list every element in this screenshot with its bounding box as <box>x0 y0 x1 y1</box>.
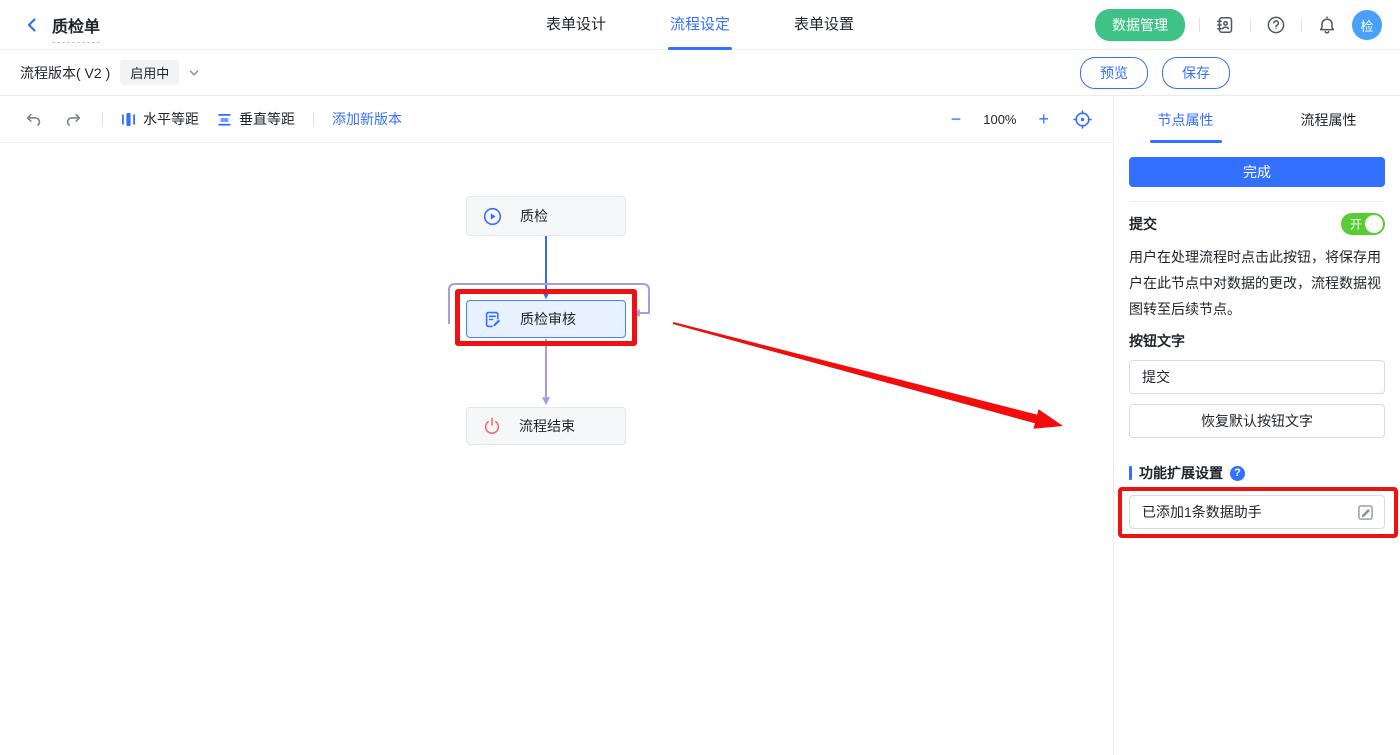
power-icon <box>483 417 501 435</box>
fit-view-icon[interactable] <box>1071 108 1093 130</box>
section-title-text: 功能扩展设置 <box>1139 463 1223 483</box>
zoom-out-button[interactable]: − <box>951 110 962 128</box>
vertical-spacing-label: 垂直等距 <box>239 109 295 129</box>
divider <box>1199 18 1200 32</box>
restore-default-button[interactable]: 恢复默认按钮文字 <box>1129 404 1385 438</box>
flow-canvas[interactable]: 质检 质检审核 流程结束 <box>0 143 1113 755</box>
tab-flow-properties[interactable]: 流程属性 <box>1257 96 1400 143</box>
version-label: 流程版本( V2 ) <box>20 63 110 83</box>
status-badge: 启用中 <box>120 60 179 85</box>
vertical-spacing-button[interactable]: 垂直等距 <box>217 109 295 129</box>
extension-section-title: 功能扩展设置 ? <box>1129 463 1385 483</box>
data-assistant-value: 已添加1条数据助手 <box>1142 502 1357 522</box>
horizontal-spacing-icon <box>121 112 136 127</box>
contacts-book-icon[interactable] <box>1214 14 1236 36</box>
tab-flow-setting[interactable]: 流程设定 <box>670 0 730 50</box>
toggle-on-label: 开 <box>1350 216 1362 233</box>
redo-icon[interactable] <box>62 108 84 130</box>
chevron-left-icon <box>24 17 40 33</box>
node-label: 质检审核 <box>520 309 576 329</box>
zoom-controls: − 100% + <box>951 108 1093 130</box>
divider <box>1250 18 1251 32</box>
submit-toggle[interactable]: 开 <box>1341 213 1385 235</box>
section-accent-bar <box>1129 466 1132 480</box>
version-actions: 预览 保存 <box>1080 50 1230 95</box>
submit-label: 提交 <box>1129 214 1157 234</box>
divider <box>1301 18 1302 32</box>
extension-field-wrap: 已添加1条数据助手 <box>1129 495 1385 529</box>
zoom-level: 100% <box>983 112 1016 127</box>
doc-edit-icon <box>483 310 502 329</box>
help-icon[interactable] <box>1265 14 1287 36</box>
finish-button[interactable]: 完成 <box>1129 157 1385 187</box>
tab-node-properties[interactable]: 节点属性 <box>1114 96 1257 143</box>
node-review[interactable]: 质检审核 <box>466 300 626 338</box>
tab-form-design[interactable]: 表单设计 <box>546 0 606 50</box>
horizontal-spacing-label: 水平等距 <box>143 109 199 129</box>
node-properties-panel: 完成 提交 开 用户在处理流程时点击此按钮，将保存用户在此节点中对数据的更改，流… <box>1113 143 1400 755</box>
toolbar-row: 水平等距 垂直等距 添加新版本 − 100% <box>0 95 1400 143</box>
node-start[interactable]: 质检 <box>466 196 626 236</box>
tab-form-setting[interactable]: 表单设置 <box>794 0 854 50</box>
panel-tab-bar: 节点属性 流程属性 <box>1113 96 1400 143</box>
user-avatar[interactable]: 检 <box>1352 10 1382 40</box>
notification-bell-icon[interactable] <box>1316 14 1338 36</box>
toggle-knob <box>1365 215 1383 233</box>
button-text-input[interactable] <box>1129 360 1385 394</box>
save-button[interactable]: 保存 <box>1162 57 1230 89</box>
divider <box>313 112 314 126</box>
version-bar: 流程版本( V2 ) 启用中 预览 保存 <box>0 50 1400 95</box>
node-label: 流程结束 <box>519 416 575 436</box>
data-manage-button[interactable]: 数据管理 <box>1095 9 1185 41</box>
button-text-label: 按钮文字 <box>1129 331 1385 351</box>
page-title: 质检单 <box>52 13 100 43</box>
undo-icon[interactable] <box>22 108 44 130</box>
submit-description: 用户在处理流程时点击此按钮，将保存用户在此节点中对数据的更改，流程数据视图转至后… <box>1129 244 1385 322</box>
edit-icon[interactable] <box>1357 504 1374 521</box>
add-new-version-link[interactable]: 添加新版本 <box>332 109 402 129</box>
divider <box>102 112 103 126</box>
back-button[interactable] <box>20 13 44 37</box>
top-header: 质检单 表单设计 流程设定 表单设置 数据管理 <box>0 0 1400 50</box>
version-dropdown[interactable] <box>187 66 201 80</box>
horizontal-spacing-button[interactable]: 水平等距 <box>121 109 199 129</box>
header-actions: 数据管理 <box>1095 0 1382 50</box>
node-label: 质检 <box>520 206 548 226</box>
data-assistant-field[interactable]: 已添加1条数据助手 <box>1129 495 1385 529</box>
header-tab-bar: 表单设计 流程设定 表单设置 <box>546 0 854 50</box>
divider <box>1129 201 1385 202</box>
submit-row: 提交 开 <box>1129 213 1385 235</box>
play-icon <box>483 207 502 226</box>
toolbar-left: 水平等距 垂直等距 添加新版本 <box>22 108 402 130</box>
canvas-toolbar: 水平等距 垂直等距 添加新版本 − 100% <box>0 96 1113 143</box>
zoom-in-button[interactable]: + <box>1038 110 1049 128</box>
preview-button[interactable]: 预览 <box>1080 57 1148 89</box>
vertical-spacing-icon <box>217 112 232 127</box>
section-help-icon[interactable]: ? <box>1230 466 1245 481</box>
app-window: 质检单 表单设计 流程设定 表单设置 数据管理 <box>0 0 1400 755</box>
node-end[interactable]: 流程结束 <box>466 407 626 445</box>
